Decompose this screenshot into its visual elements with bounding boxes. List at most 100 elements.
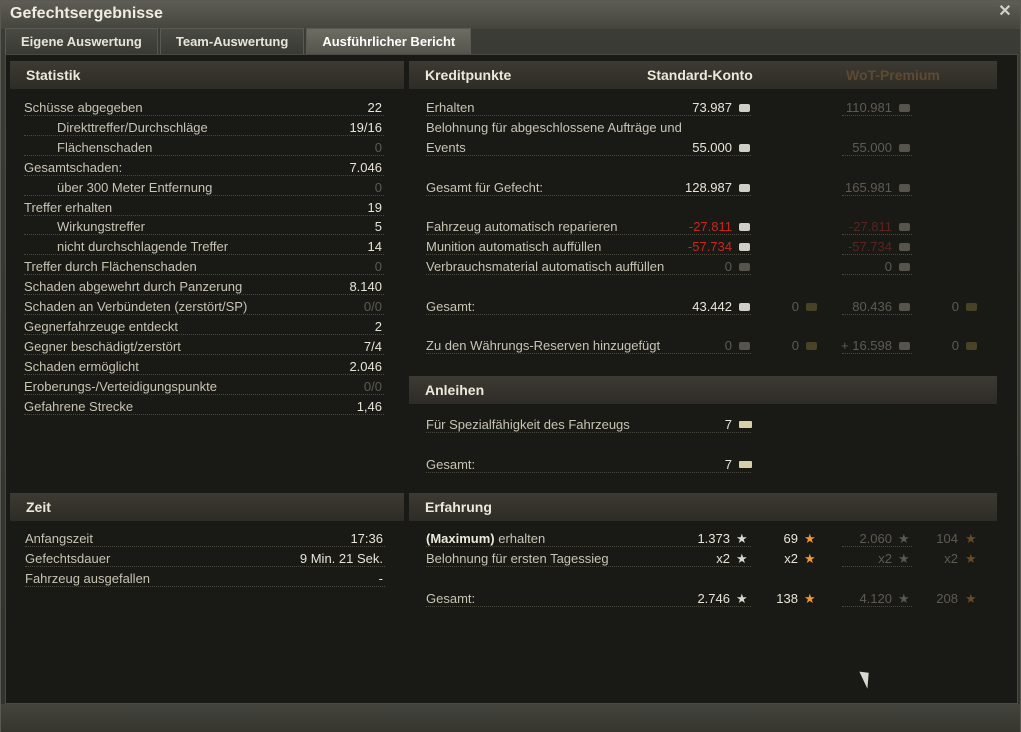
- kredit-prem-value: 165.981: [845, 180, 892, 195]
- xp-prem-free-value: x2: [944, 551, 958, 566]
- erfahrung-row-gesamt: Gesamt: 2.746 ★ 138 ★ 4.120 ★ 208 ★: [6, 589, 1016, 609]
- report-content: Statistik Schüsse abgegeben 22 Direkttreff…: [5, 54, 1018, 704]
- kredit-row-verbrauch: Verbrauchsmaterial automatisch auffüllen…: [6, 257, 1016, 277]
- credit-icon: [899, 144, 910, 152]
- anleihen-row: Gesamt: 7: [6, 455, 1016, 475]
- kredit-std-value: -27.811: [688, 219, 732, 234]
- kredit-prem-value: 110.981: [845, 100, 892, 115]
- kredit-std-gold: 0: [791, 299, 799, 314]
- stat-value: 2.046: [349, 358, 382, 374]
- free-xp-star-icon: ★: [965, 551, 977, 566]
- kredit-label: Belohnung für abgeschlossene Aufträge un…: [426, 120, 682, 135]
- anleihen-value: 7: [724, 457, 732, 472]
- kredit-std-value: 0: [724, 259, 732, 274]
- kredit-std-value: -57.734: [687, 239, 732, 254]
- kredit-row-belohnung: Belohnung für abgeschlossene Aufträge un…: [6, 120, 1016, 158]
- free-xp-star-icon: ★: [965, 591, 977, 606]
- kredit-prem-value: -57.734: [847, 239, 892, 254]
- xp-std-value: 1.373: [697, 531, 730, 546]
- bond-icon: [739, 461, 752, 468]
- stat-row: Gesamtschaden: 7.046: [6, 158, 406, 178]
- kredit-prem-gold: 0: [951, 299, 959, 314]
- stat-value: 1,46: [356, 398, 382, 414]
- statistik-header: Statistik: [10, 61, 404, 89]
- tab-bar: Eigene Auswertung Team-Auswertung Ausfüh…: [5, 28, 473, 54]
- kredit-row-reparieren: Fahrzeug automatisch reparieren -27.811 -2…: [6, 217, 1016, 237]
- stat-value: 19: [367, 199, 382, 215]
- credit-icon: [899, 184, 910, 192]
- kredit-row-reserven: Zu den Währungs-Reserven hinzugefügt 0 + 1…: [6, 336, 1016, 356]
- premium-account-label: WoT-Premium: [846, 67, 940, 83]
- xp-prem-value: 2.060: [859, 531, 892, 546]
- kredit-std-gold: 0: [791, 338, 799, 353]
- kredit-std-value: 128.987: [685, 180, 732, 195]
- credit-icon: [899, 263, 910, 271]
- title-bar: Gefechtsergebnisse ✕: [1, 1, 1020, 29]
- window-footer: [1, 704, 1020, 732]
- erfahrung-row-tagessieg: Belohnung für ersten Tagessieg x2 ★ x2 ★ x2 ★ x…: [6, 549, 1016, 569]
- credit-icon: [899, 243, 910, 251]
- credit-icon: [739, 144, 750, 152]
- stat-value: 7.046: [349, 159, 382, 175]
- xp-prem-free-value: 104: [936, 531, 958, 546]
- credit-icon: [899, 104, 910, 112]
- xp-std-value: x2: [716, 551, 730, 566]
- gold-icon: [966, 342, 977, 350]
- xp-prem-free-value: 208: [936, 591, 958, 606]
- maximum-label: (Maximum): [426, 531, 495, 546]
- gold-icon: [806, 342, 817, 350]
- gold-icon: [966, 303, 977, 311]
- stat-row: Schaden ermöglicht 2.046: [6, 357, 406, 377]
- gold-icon: [806, 303, 817, 311]
- tab-ausfuehrlicher-bericht[interactable]: Ausführlicher Bericht: [306, 28, 472, 54]
- xp-std-value: 2.746: [697, 591, 730, 606]
- erhalten-label: erhalten: [494, 531, 546, 546]
- anleihen-value: 7: [724, 417, 732, 432]
- kredit-std-value: 55.000: [692, 140, 732, 155]
- stat-row: Schaden abgewehrt durch Panzerung 8.140: [6, 277, 406, 297]
- credit-icon: [739, 223, 750, 231]
- window-title: Gefechtsergebnisse: [10, 5, 163, 22]
- tab-team-auswertung[interactable]: Team-Auswertung: [159, 28, 305, 54]
- free-xp-star-icon: ★: [965, 531, 977, 546]
- erfahrung-header: Erfahrung: [409, 493, 997, 521]
- stat-row: Direkttreffer/Durchschläge 19/16: [6, 118, 406, 138]
- stat-row: Gefahrene Strecke 1,46: [6, 397, 406, 417]
- erfahrung-row-erhalten: (Maximum) erhalten 1.373 ★ 69 ★ 2.060 ★ 104 ★: [6, 529, 1016, 549]
- kredit-title: Kreditpunkte: [425, 67, 512, 83]
- stat-value: 0/0: [363, 378, 382, 394]
- credit-icon: [739, 104, 750, 112]
- tab-eigene-auswertung[interactable]: Eigene Auswertung: [5, 28, 158, 54]
- credit-icon: [739, 263, 750, 271]
- battle-results-window: Gefechtsergebnisse ✕ Eigene Auswertung T…: [0, 0, 1021, 732]
- xp-prem-value: 4.120: [859, 591, 892, 606]
- kredit-prem-gold: 0: [951, 338, 959, 353]
- kredit-std-value: 73.987: [692, 100, 732, 115]
- kredit-prem-value: 0: [884, 259, 892, 274]
- kredit-std-value: 0: [724, 338, 732, 353]
- anleihen-row: Für Spezialfähigkeit des Fahrzeugs 7: [6, 415, 1016, 435]
- credit-icon: [739, 184, 750, 192]
- kredit-row-gesamt_gefecht: Gesamt für Gefecht: 128.987 165.981: [6, 178, 1016, 198]
- credit-icon: [739, 243, 750, 251]
- close-icon[interactable]: ✕: [996, 3, 1014, 21]
- kredit-prem-value: -27.811: [848, 219, 892, 234]
- kredit-prem-value: 55.000: [852, 140, 892, 155]
- standard-account-label: Standard-Konto: [647, 67, 753, 83]
- stat-value: 8.140: [349, 279, 382, 295]
- xp-prem-value: x2: [878, 551, 892, 566]
- zeit-row: Fahrzeug ausgefallen -: [6, 569, 406, 589]
- zeit-header: Zeit: [10, 493, 404, 521]
- kredit-row-munition: Munition automatisch auffüllen -57.734 -57…: [6, 237, 1016, 257]
- stat-row: Gegnerfahrzeuge entdeckt 2: [6, 317, 406, 337]
- bond-icon: [739, 421, 752, 428]
- zeit-value: -: [378, 571, 383, 586]
- stat-value: 19/16: [349, 119, 382, 135]
- stat-row: Eroberungs-/Verteidigungspunkte 0/0: [6, 377, 406, 397]
- kredit-row-erhalten: Erhalten 73.987 110.981: [6, 98, 1016, 118]
- credit-icon: [899, 223, 910, 231]
- anleihen-header: Anleihen: [409, 376, 997, 404]
- kredit-row-gesamt: Gesamt: 43.442 80.436 0 0: [6, 297, 1016, 317]
- stat-value: 2: [374, 318, 382, 334]
- kredit-std-value: 43.442: [692, 299, 732, 314]
